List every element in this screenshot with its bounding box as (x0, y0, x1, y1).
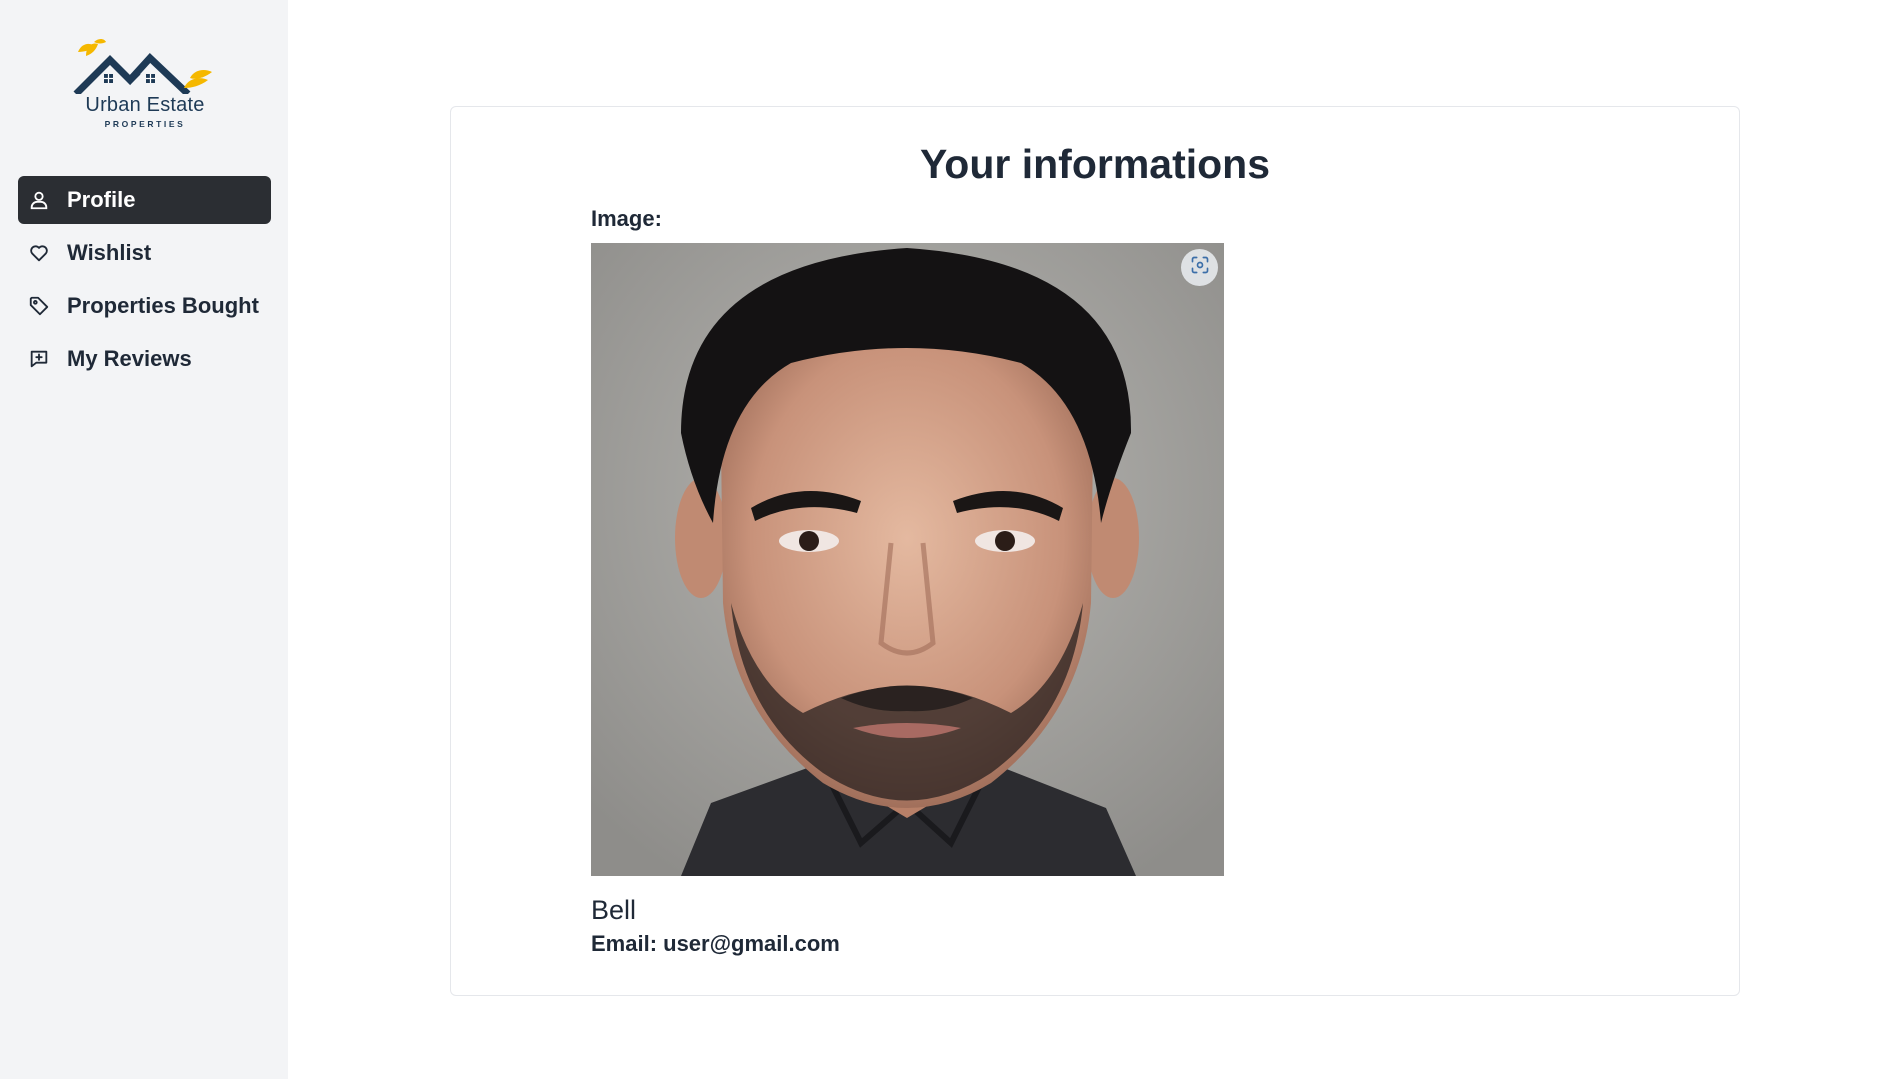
sidebar-item-label: My Reviews (67, 346, 192, 371)
user-icon (27, 188, 51, 212)
sidebar-nav: Profile Wishlist Properties Bought My Re… (18, 176, 271, 388)
sidebar-item-profile[interactable]: Profile (18, 176, 271, 224)
sidebar-item-label: Wishlist (67, 240, 152, 265)
brand-logo[interactable]: Urban Estate PROPERTIES (72, 38, 218, 134)
message-plus-icon (27, 347, 51, 371)
sidebar-item-wishlist[interactable]: Wishlist (18, 229, 271, 277)
brand-tagline: PROPERTIES (104, 119, 186, 129)
heart-icon (27, 241, 51, 265)
tag-icon (27, 294, 51, 318)
profile-photo (591, 243, 1224, 876)
sidebar-item-properties-bought[interactable]: Properties Bought (18, 282, 271, 330)
brand-name: Urban Estate (85, 94, 205, 116)
sidebar-item-label: Properties Bought (67, 293, 259, 318)
sidebar: Urban Estate PROPERTIES Profile Wishlist (0, 0, 288, 1079)
sidebar-item-label: Profile (67, 187, 136, 212)
visual-search-button[interactable] (1181, 249, 1218, 286)
visual-search-icon (1190, 255, 1210, 280)
page-title: Your informations (919, 141, 1271, 187)
user-name: Bell (591, 895, 637, 925)
profile-card: Your informations Image: Bell Email: use… (450, 106, 1740, 996)
sidebar-item-my-reviews[interactable]: My Reviews (18, 335, 271, 383)
user-email: Email: user@gmail.com (591, 931, 840, 956)
portrait-illustration (591, 243, 1224, 876)
image-label: Image: (591, 206, 662, 231)
logo-houses-icon (73, 39, 212, 94)
